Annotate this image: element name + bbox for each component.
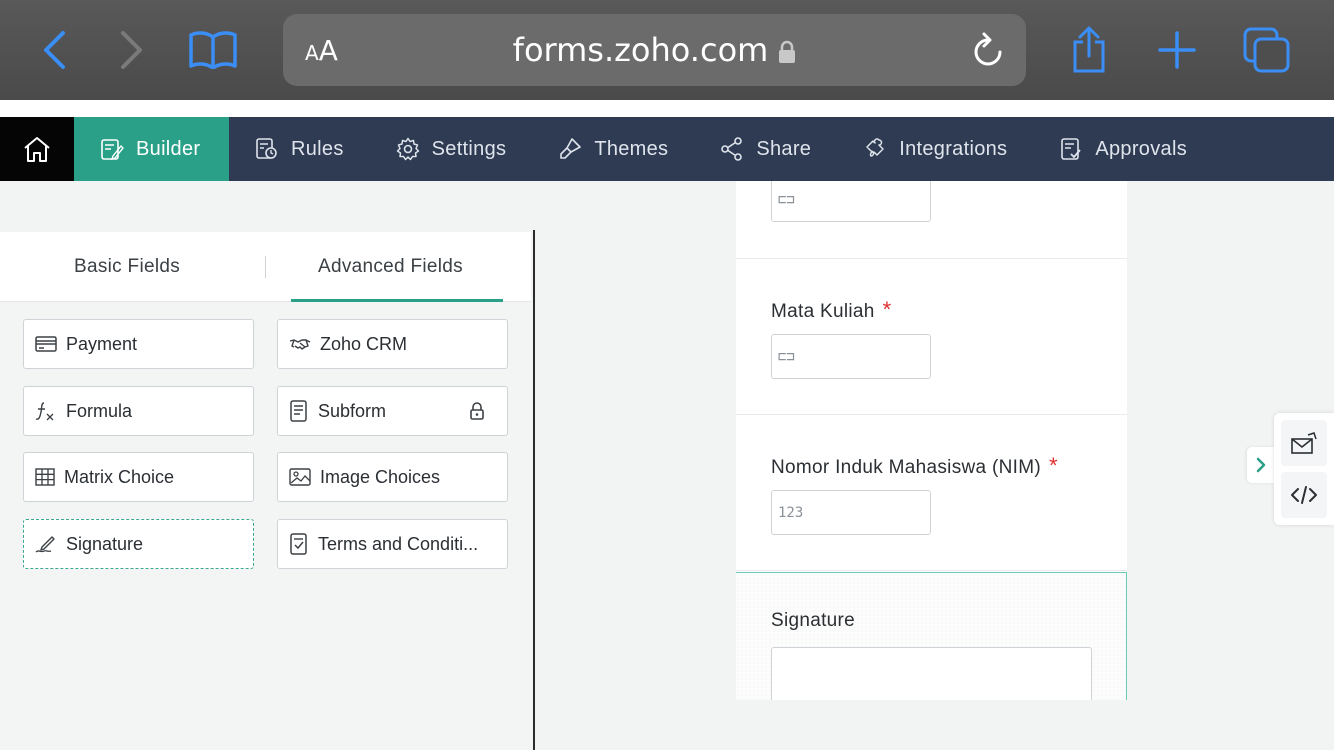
field-image-choices[interactable]: Image Choices bbox=[277, 452, 508, 502]
chevron-right-icon bbox=[121, 31, 142, 69]
field-title: Nomor Induk Mahasiswa (NIM) * bbox=[771, 453, 1058, 478]
paint-brush-icon bbox=[560, 138, 582, 159]
embed-code-button[interactable] bbox=[1281, 472, 1327, 518]
text-input-preview[interactable]: ⊏⊐ bbox=[771, 181, 931, 222]
envelope-icon bbox=[1291, 432, 1317, 454]
field-formula[interactable]: Formula bbox=[23, 386, 254, 436]
address-bar[interactable]: AA forms.zoho.com bbox=[283, 14, 1026, 86]
form-field-section[interactable]: ⊏⊐ bbox=[736, 181, 1127, 259]
required-mark: * bbox=[1048, 453, 1058, 478]
back-button[interactable] bbox=[32, 28, 76, 72]
grid-icon bbox=[35, 468, 55, 486]
share-up-icon bbox=[1073, 26, 1105, 73]
tab-separator bbox=[265, 256, 266, 278]
tab-label: Themes bbox=[594, 137, 669, 160]
tab-label: Share bbox=[756, 137, 812, 160]
tab-advanced-fields[interactable]: Advanced Fields bbox=[318, 256, 463, 278]
tab-label: Builder bbox=[136, 137, 201, 160]
field-title: Signature bbox=[771, 610, 856, 631]
form-canvas: ⊏⊐ Mata Kuliah * ⊏⊐ Nomor Induk Mahasiswa… bbox=[736, 181, 1127, 700]
input-placeholder: ⊏⊐ bbox=[778, 191, 795, 208]
tab-approvals[interactable]: Approvals bbox=[1033, 117, 1213, 181]
tab-share[interactable]: Share bbox=[694, 117, 837, 181]
tab-themes[interactable]: Themes bbox=[532, 117, 694, 181]
tabs-icon bbox=[1243, 27, 1290, 73]
signature-pad[interactable] bbox=[771, 647, 1092, 700]
gear-icon bbox=[396, 137, 419, 161]
field-label: Signature bbox=[66, 533, 144, 554]
puzzle-icon bbox=[866, 138, 884, 157]
home-button[interactable] bbox=[0, 117, 74, 181]
palette-tabs: Basic Fields Advanced Fields bbox=[0, 232, 531, 302]
tabs-overview-button[interactable] bbox=[1243, 27, 1291, 73]
subform-icon bbox=[290, 400, 307, 422]
field-title: Mata Kuliah * bbox=[771, 297, 892, 322]
approvals-icon bbox=[1061, 138, 1082, 160]
new-tab-button[interactable] bbox=[1155, 28, 1199, 72]
chevron-left-icon bbox=[44, 31, 65, 69]
form-field-mata-kuliah[interactable]: Mata Kuliah * ⊏⊐ bbox=[736, 259, 1127, 415]
tab-integrations[interactable]: Integrations bbox=[837, 117, 1033, 181]
reload-icon bbox=[974, 32, 1002, 66]
form-field-signature[interactable]: Signature bbox=[736, 572, 1127, 700]
tab-basic-fields[interactable]: Basic Fields bbox=[74, 256, 180, 278]
input-placeholder: 123 bbox=[778, 504, 804, 521]
formula-icon bbox=[35, 402, 54, 421]
form-field-nim[interactable]: Nomor Induk Mahasiswa (NIM) * 123 bbox=[736, 415, 1127, 571]
handshake-icon bbox=[289, 339, 311, 350]
app-navigation: Builder Rules Settings Themes Share Inte… bbox=[0, 117, 1334, 181]
field-zoho-crm[interactable]: Zoho CRM bbox=[277, 319, 508, 369]
field-terms-and-conditions[interactable]: Terms and Conditi... bbox=[277, 519, 508, 569]
text-input-preview[interactable]: ⊏⊐ bbox=[771, 334, 931, 379]
image-icon bbox=[289, 468, 311, 486]
home-icon bbox=[24, 137, 50, 162]
side-toolbar bbox=[1274, 413, 1334, 525]
field-label: Subform bbox=[318, 400, 387, 421]
number-input-preview[interactable]: 123 bbox=[771, 490, 931, 535]
field-label: Terms and Conditi... bbox=[318, 533, 479, 554]
field-payment[interactable]: Payment bbox=[23, 319, 254, 369]
tab-builder[interactable]: Builder bbox=[74, 117, 229, 181]
field-matrix-choice[interactable]: Matrix Choice bbox=[23, 452, 254, 502]
builder-icon bbox=[101, 139, 124, 161]
tab-label: Approvals bbox=[1095, 137, 1187, 160]
plus-icon bbox=[1158, 31, 1196, 69]
panel-divider bbox=[533, 230, 535, 750]
tab-rules[interactable]: Rules bbox=[229, 117, 370, 181]
field-label: Image Choices bbox=[320, 466, 441, 487]
tab-settings[interactable]: Settings bbox=[370, 117, 533, 181]
tab-label: Rules bbox=[291, 137, 344, 160]
share-icon bbox=[721, 137, 743, 161]
lock-icon bbox=[470, 402, 484, 420]
input-placeholder: ⊏⊐ bbox=[778, 348, 795, 365]
tab-label: Integrations bbox=[899, 137, 1008, 160]
forward-button[interactable] bbox=[110, 28, 154, 72]
field-label: Zoho CRM bbox=[320, 333, 408, 354]
field-label: Formula bbox=[66, 400, 133, 421]
pen-icon bbox=[35, 536, 55, 553]
field-label: Payment bbox=[66, 333, 138, 354]
email-notification-button[interactable] bbox=[1281, 420, 1327, 466]
field-label: Matrix Choice bbox=[64, 466, 175, 487]
active-tab-indicator bbox=[291, 299, 503, 302]
tab-label: Settings bbox=[431, 137, 507, 160]
field-subform[interactable]: Subform bbox=[277, 386, 508, 436]
lock-icon bbox=[779, 40, 796, 63]
required-mark: * bbox=[882, 297, 892, 322]
share-sheet-button[interactable] bbox=[1067, 26, 1111, 73]
field-signature[interactable]: Signature bbox=[23, 519, 254, 569]
reload-button[interactable] bbox=[970, 30, 1006, 75]
top-spacer bbox=[0, 100, 1334, 117]
collapse-panel-button[interactable] bbox=[1247, 447, 1275, 483]
browser-toolbar: AA forms.zoho.com bbox=[0, 0, 1334, 100]
field-palette: Basic Fields Advanced Fields Payment Zoh… bbox=[0, 232, 531, 750]
book-icon bbox=[189, 31, 237, 69]
terms-document-icon bbox=[290, 533, 307, 555]
code-icon bbox=[1291, 486, 1317, 504]
url-text: forms.zoho.com bbox=[283, 31, 1026, 69]
credit-card-icon bbox=[35, 336, 57, 352]
bookmarks-button[interactable] bbox=[189, 28, 237, 72]
chevron-right-icon bbox=[1256, 457, 1266, 473]
rules-icon bbox=[256, 138, 277, 159]
